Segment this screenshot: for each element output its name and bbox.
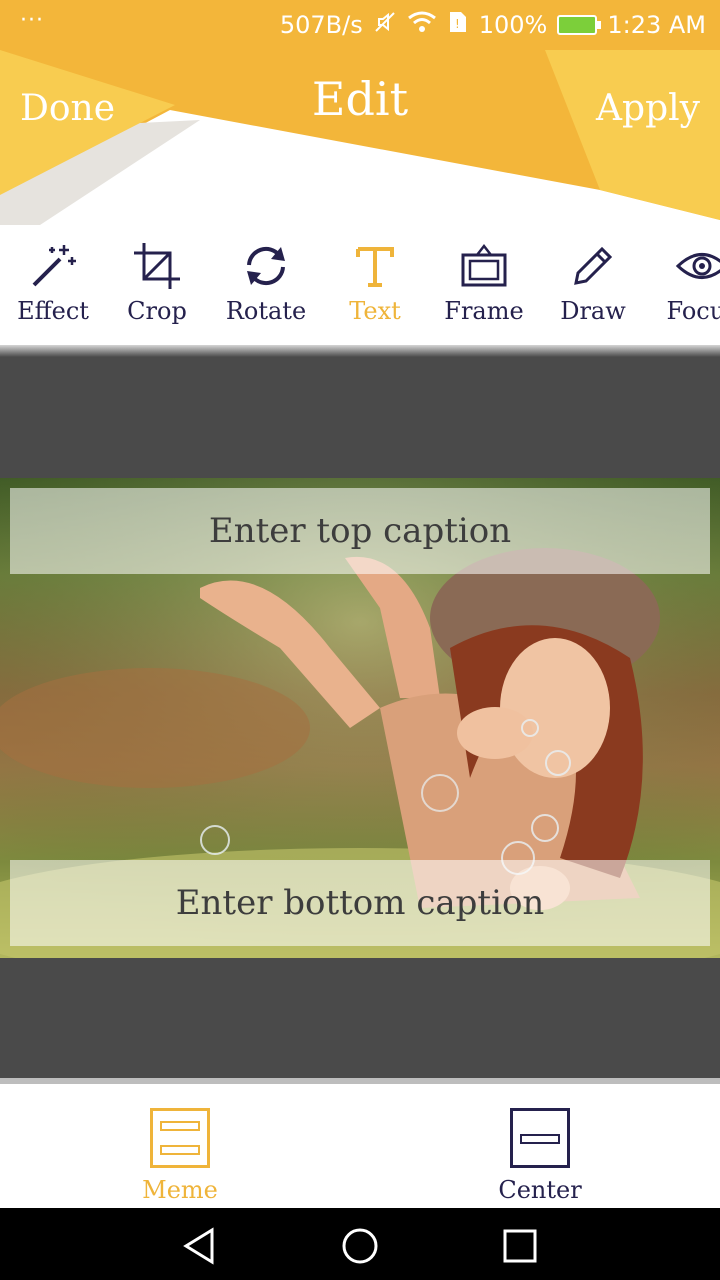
status-bar: ··· 507B/s ! 100% 1:23 AM [0,0,720,50]
toolbar-shadow [0,345,720,357]
status-icons: 507B/s ! 100% 1:23 AM [280,0,706,50]
tool-label: Focus [666,297,720,325]
header: Done Edit Apply [0,50,720,225]
sim-icon: ! [447,10,469,40]
bottom-caption-input[interactable]: Enter bottom caption [10,860,710,946]
tool-label: Draw [560,297,626,325]
tool-label: Frame [444,297,524,325]
meme-option[interactable]: Meme [110,1108,250,1204]
tool-effect[interactable]: Effect [0,237,108,325]
tool-text[interactable]: Text [320,237,430,325]
center-layout-icon [510,1108,570,1168]
tool-rotate[interactable]: Rotate [211,237,321,325]
navigation-bar [0,1208,720,1280]
eye-icon [647,237,720,295]
top-caption-input[interactable]: Enter top caption [10,488,710,574]
tool-label: Effect [17,297,89,325]
tool-frame[interactable]: Frame [429,237,539,325]
pencil-icon [538,237,648,295]
magic-wand-icon [0,237,108,295]
recents-icon[interactable] [500,1226,540,1270]
tool-label: Crop [127,297,187,325]
battery-percent: 100% [478,11,548,39]
svg-text:!: ! [455,17,460,31]
mute-icon [373,10,397,40]
frame-icon [429,237,539,295]
apply-button[interactable]: Apply [596,88,700,129]
center-label: Center [498,1176,582,1204]
rotate-icon [211,237,321,295]
battery-icon [557,15,602,35]
text-icon [320,237,430,295]
tool-crop[interactable]: Crop [102,237,212,325]
network-speed: 507B/s [279,11,363,39]
layout-options: Meme Center [0,1078,720,1214]
tool-draw[interactable]: Draw [538,237,648,325]
meme-label: Meme [142,1176,218,1204]
notification-dots: ··· [20,8,44,33]
back-icon[interactable] [180,1226,220,1270]
crop-icon [102,237,212,295]
photo-canvas[interactable]: Enter top caption Enter bottom caption [0,478,720,958]
tool-label: Text [349,297,401,325]
meme-layout-icon [150,1108,210,1168]
tool-label: Rotate [225,297,307,325]
tool-bar: Effect Crop Rotate Text Frame Draw Focu [0,225,720,345]
tool-focus[interactable]: Focus [647,237,720,325]
home-icon[interactable] [340,1226,380,1270]
center-option[interactable]: Center [470,1108,610,1204]
clock: 1:23 AM [607,11,706,39]
wifi-icon [407,10,437,40]
